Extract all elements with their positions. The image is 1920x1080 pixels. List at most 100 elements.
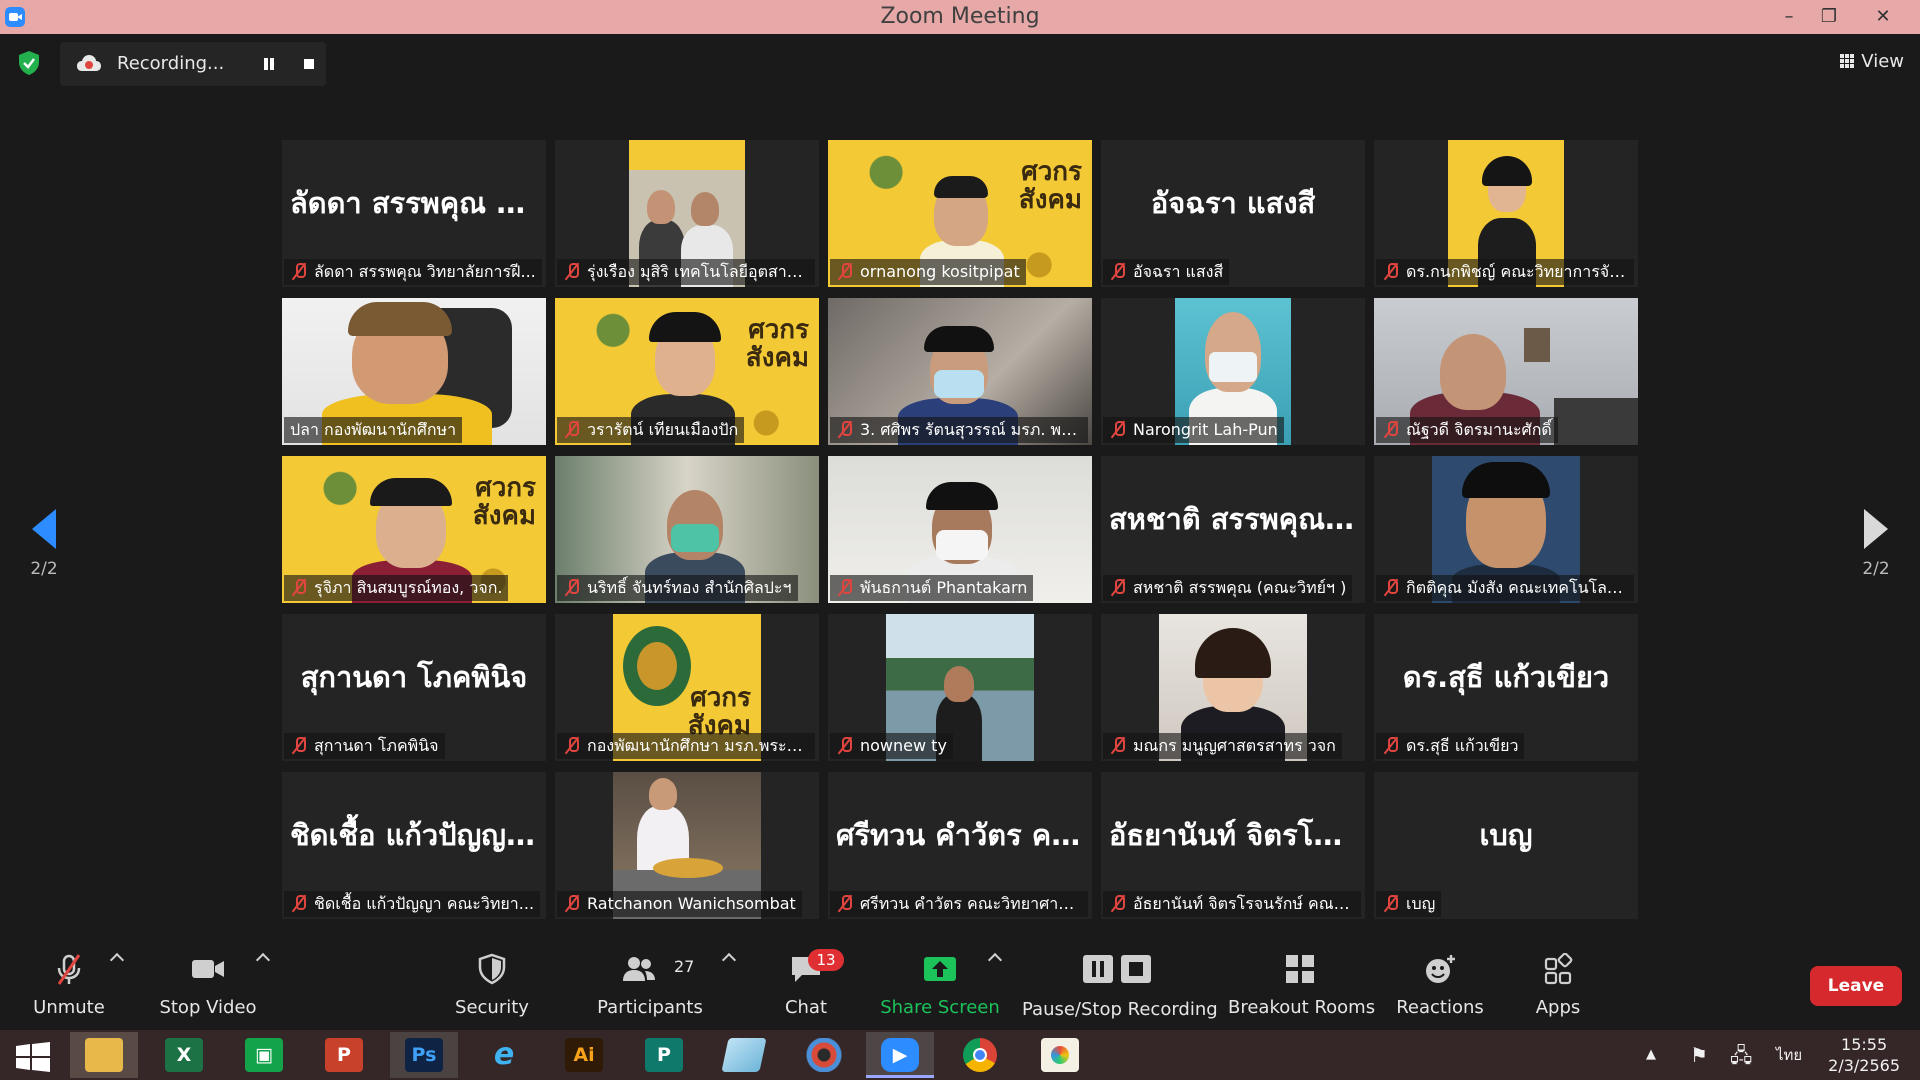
participant-tile[interactable]: กิตติคุณ มังสัง คณะเทคโนโลยีอุ...	[1374, 456, 1638, 603]
participant-tile[interactable]: พันธกานต์ Phantakarn	[828, 456, 1092, 603]
taskbar-internet-explorer[interactable]: e	[470, 1032, 538, 1078]
participant-tile[interactable]: Ratchanon Wanichsombat	[555, 772, 819, 919]
security-button[interactable]: Security	[442, 939, 542, 1030]
pause-stop-recording-icon	[1083, 955, 1151, 983]
participant-tile[interactable]: เบญ เบญ	[1374, 772, 1638, 919]
taskbar-powerpoint[interactable]: P	[310, 1032, 378, 1078]
taskbar-photoscape[interactable]	[790, 1032, 858, 1078]
view-button[interactable]: View	[1840, 48, 1904, 76]
participant-tile[interactable]: นริทธิ์ จันทร์ทอง สำนักศิลปะฯ	[555, 456, 819, 603]
system-clock[interactable]: 15:55 2/3/2565	[1828, 1034, 1900, 1076]
participants-button[interactable]: 27 Participants	[596, 939, 704, 1030]
taskbar-file-explorer[interactable]	[70, 1032, 138, 1078]
restore-button[interactable]: ❐	[1806, 0, 1852, 34]
participant-tile[interactable]: ดร.สุธี แก้วเขียว ดร.สุธี แก้วเขียว	[1374, 614, 1638, 761]
participant-tile[interactable]: อัจฉรา แสงสี อัจฉรา แสงสี	[1101, 140, 1365, 287]
taskbar-photoshop[interactable]: Ps	[390, 1032, 458, 1078]
close-button[interactable]: ✕	[1860, 0, 1906, 34]
participant-tile[interactable]: รุ่งเรือง มุสิริ เทคโนโลยีอุตสาหกร...	[555, 140, 819, 287]
taskbar-store[interactable]: ▣	[230, 1032, 298, 1078]
mic-muted-icon	[565, 578, 579, 596]
taskbar-zoom[interactable]: ▶	[866, 1032, 934, 1078]
next-page-button[interactable]: 2/2	[1856, 509, 1896, 579]
excel-icon: X	[165, 1038, 203, 1072]
participants-options-chevron-icon[interactable]	[721, 952, 737, 968]
share-screen-button[interactable]: Share Screen	[878, 939, 1002, 1030]
encryption-shield-icon[interactable]	[18, 50, 40, 76]
taskbar-excel[interactable]: X	[150, 1032, 218, 1078]
title-bar: Zoom Meeting – ❐ ✕	[0, 0, 1920, 34]
participant-tile[interactable]: ณัฐวดี จิตรมานะศักดิ์	[1374, 298, 1638, 445]
participant-tile-active-speaker[interactable]: ปลา กองพัฒนานักศึกษา	[282, 298, 546, 445]
participant-display-name: สหชาติ สรรพคุณ...	[1109, 502, 1359, 536]
pause-stop-recording-button[interactable]: Pause/Stop Recording	[1022, 939, 1218, 1030]
video-camera-icon	[192, 960, 224, 978]
participant-tile[interactable]: สุกานดา โภคพินิจ สุกานดา โภคพินิจ	[282, 614, 546, 761]
participant-name-tag: กองพัฒนานักศึกษา มรภ.พระนคร	[557, 733, 815, 759]
participant-tile[interactable]: ดร.กนกพิชญ์ คณะวิทยาการจัด...	[1374, 140, 1638, 287]
window-title: Zoom Meeting	[880, 4, 1040, 29]
mic-muted-icon	[565, 262, 579, 280]
participant-tile[interactable]: อัธยานันท์ จิตรโร... อัธยานันท์ จิตรโรจน…	[1101, 772, 1365, 919]
participant-tile[interactable]: ศวกร สังคม รุจิภา สินสมบูรณ์ทอง, วจก.	[282, 456, 546, 603]
taskbar-chrome[interactable]	[946, 1032, 1014, 1078]
leave-meeting-button[interactable]: Leave	[1810, 966, 1902, 1006]
participant-tile[interactable]: ศวกร สังคม ornanong kositpipat	[828, 140, 1092, 287]
participant-display-name: ศรีทวน คำวัตร ค...	[836, 818, 1085, 852]
arrow-left-icon	[32, 509, 56, 549]
taskbar-publisher[interactable]: P	[630, 1032, 698, 1078]
participant-tile[interactable]: มณกร มนูญศาสตรสาทร วจก	[1101, 614, 1365, 761]
participants-count: 27	[674, 957, 695, 976]
participant-tile[interactable]: Narongrit Lah-Pun	[1101, 298, 1365, 445]
mic-muted-icon	[838, 420, 852, 438]
participant-name-tag: nownew ty	[830, 733, 953, 759]
apps-button[interactable]: Apps	[1520, 939, 1596, 1030]
security-shield-icon	[478, 953, 506, 985]
participant-tile[interactable]: ศวกร สังคม กองพัฒนานักศึกษา มรภ.พระนคร	[555, 614, 819, 761]
taskbar-notepad[interactable]	[710, 1032, 778, 1078]
participant-name-tag: Narongrit Lah-Pun	[1103, 417, 1284, 443]
participant-tile[interactable]: สหชาติ สรรพคุณ... สหชาติ สรรพคุณ (คณะวิท…	[1101, 456, 1365, 603]
action-center-flag-icon[interactable]: ⚑	[1690, 1030, 1708, 1080]
participant-name-tag: ornanong kositpipat	[830, 259, 1026, 285]
participant-name-tag: 3. ศศิพร รัตนสุวรรณ์ มรภ. พระ...	[830, 417, 1088, 443]
participant-tile[interactable]: ชิดเชื้อ แก้วปัญญ... ชิดเชื้อ แก้วปัญญา …	[282, 772, 546, 919]
taskbar-illustrator[interactable]: Ai	[550, 1032, 618, 1078]
participant-tile[interactable]: ศรีทวน คำวัตร ค... ศรีทวน คำวัตร คณะวิทย…	[828, 772, 1092, 919]
clock-date: 2/3/2565	[1828, 1056, 1900, 1075]
cloud-recording-icon	[77, 55, 101, 71]
mic-muted-icon	[1384, 736, 1398, 754]
mic-muted-icon	[838, 736, 852, 754]
pause-recording-button[interactable]	[260, 55, 278, 73]
participant-tile[interactable]: nownew ty	[828, 614, 1092, 761]
input-language[interactable]: ไทย	[1776, 1030, 1802, 1080]
pause-stop-recording-label: Pause/Stop Recording	[1022, 999, 1218, 1020]
unmute-button[interactable]: Unmute	[18, 939, 120, 1030]
folder-icon	[85, 1038, 123, 1072]
participant-display-name: สุกานดา โภคพินิจ	[300, 660, 528, 694]
store-bag-icon: ▣	[245, 1038, 283, 1072]
mic-muted-icon	[1111, 578, 1125, 596]
participant-tile[interactable]: 3. ศศิพร รัตนสุวรรณ์ มรภ. พระ...	[828, 298, 1092, 445]
reactions-label: Reactions	[1396, 997, 1484, 1018]
mic-muted-icon	[838, 894, 852, 912]
stop-recording-button[interactable]	[300, 55, 318, 73]
mic-muted-icon	[1111, 736, 1125, 754]
participant-tile[interactable]: ศวกร สังคม วรารัตน์ เทียนเมืองปัก	[555, 298, 819, 445]
mic-muted-icon	[1384, 578, 1398, 596]
taskbar-paint[interactable]	[1026, 1032, 1094, 1078]
windows-start-icon[interactable]	[14, 1042, 52, 1072]
network-icon[interactable]: 🖧	[1730, 1030, 1752, 1080]
photoshop-icon: Ps	[405, 1038, 443, 1072]
breakout-rooms-button[interactable]: Breakout Rooms	[1228, 939, 1375, 1030]
participant-display-name: เบญ	[1479, 818, 1533, 852]
participant-name-tag: สหชาติ สรรพคุณ (คณะวิทย์ฯ )	[1103, 575, 1353, 601]
mic-muted-icon	[565, 894, 579, 912]
previous-page-button[interactable]: 2/2	[24, 509, 64, 579]
mic-muted-icon	[1384, 894, 1398, 912]
participant-name-tag: อัธยานันท์ จิตรโรจนรักษ์ คณะเท...	[1103, 891, 1361, 917]
stop-video-button[interactable]: Stop Video	[150, 939, 266, 1030]
tray-overflow-chevron-icon[interactable]: ▲	[1646, 1030, 1656, 1080]
participant-tile[interactable]: ลัดดา สรรพคุณ วิ... ลัดดา สรรพคุณ วิทยาล…	[282, 140, 546, 287]
reactions-button[interactable]: Reactions	[1392, 939, 1488, 1030]
